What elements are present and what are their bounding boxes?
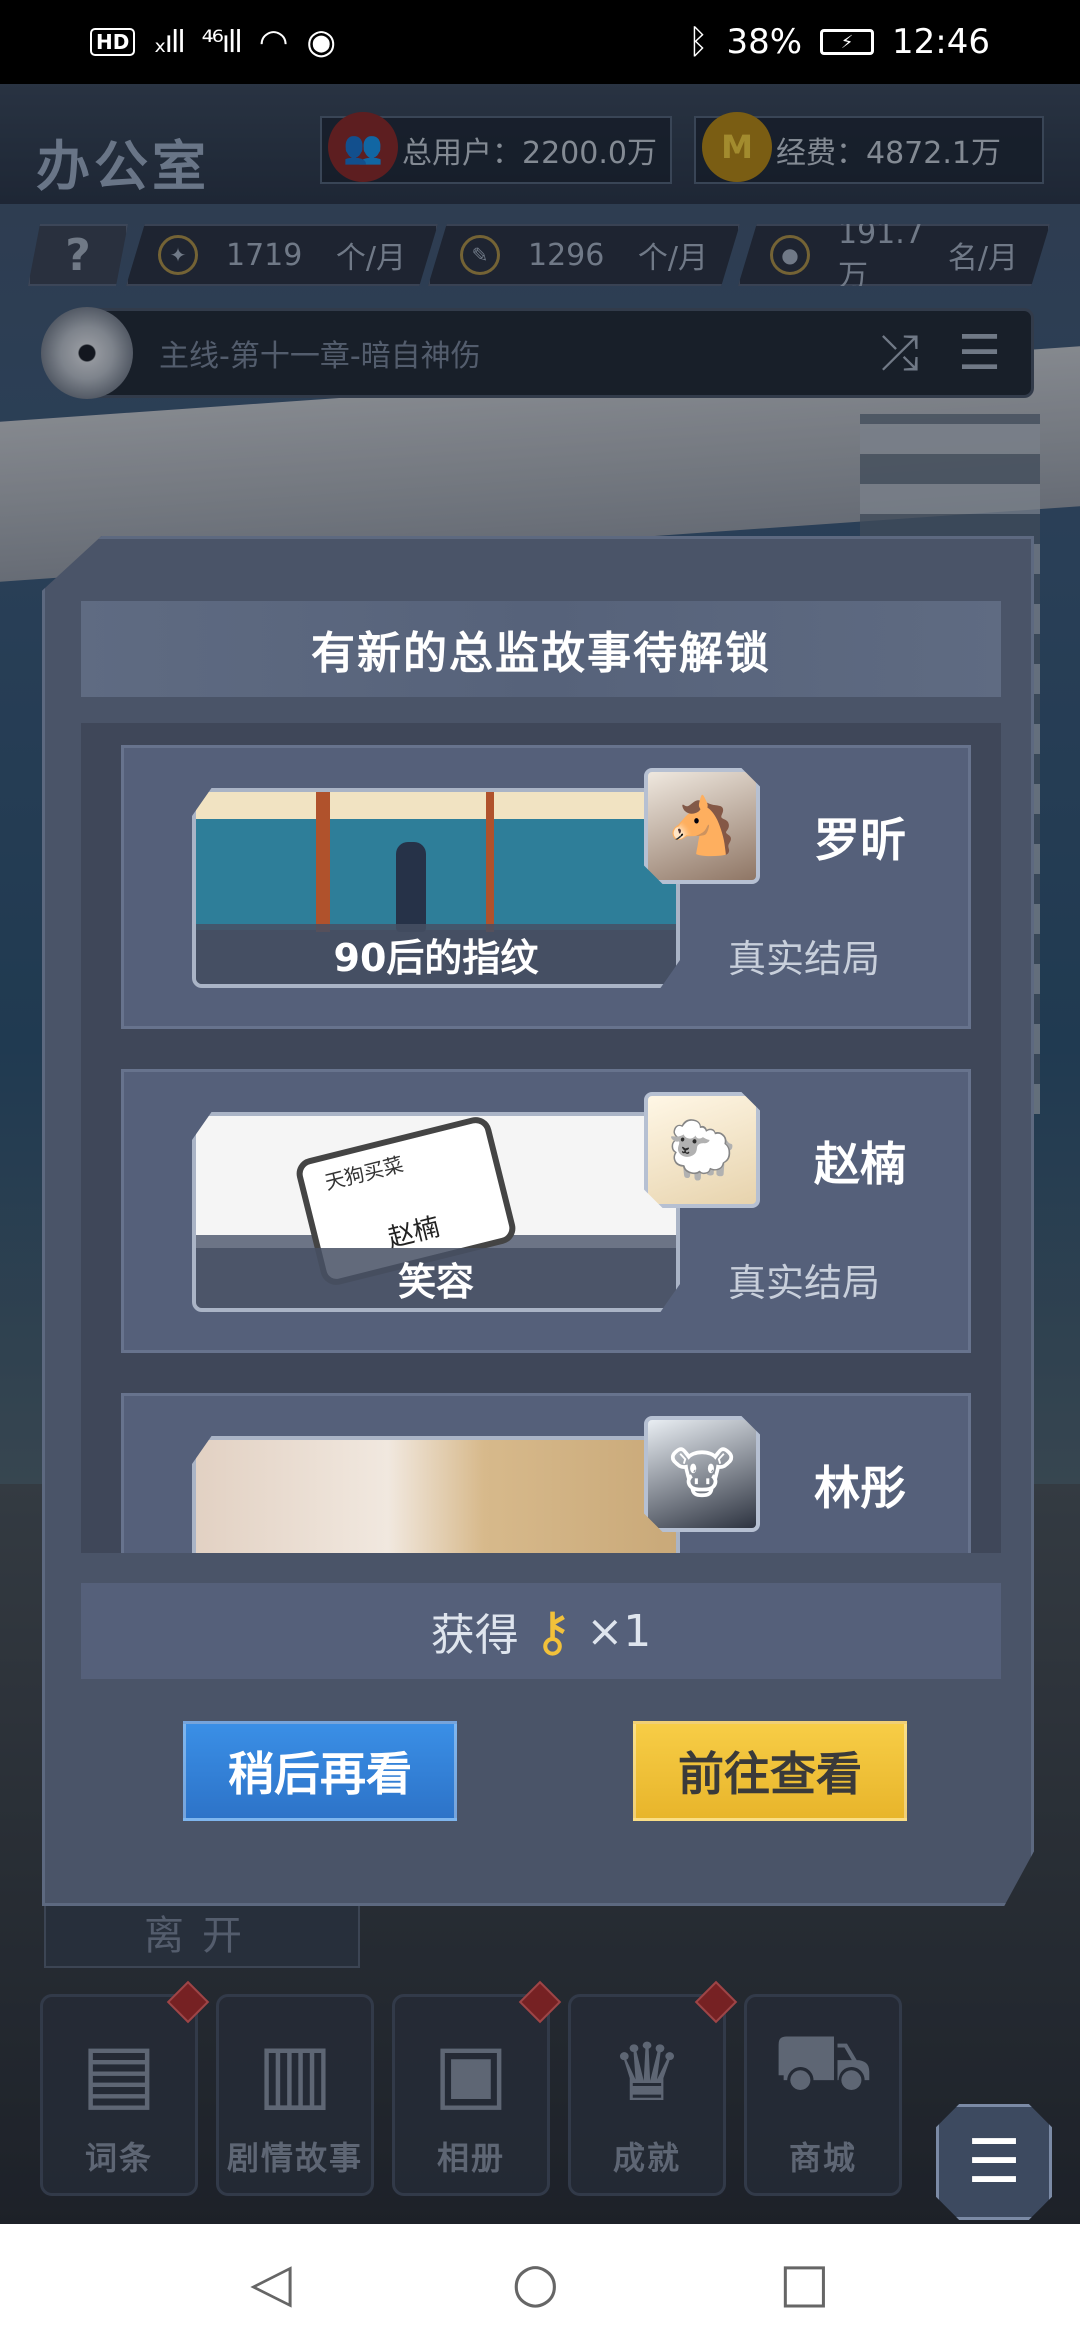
recents-icon[interactable]: □ <box>779 2251 830 2314</box>
home-icon[interactable]: ○ <box>512 2251 559 2314</box>
signal-4g-icon: ⁴⁶ıll <box>201 24 243 60</box>
scene-pole <box>486 792 494 932</box>
status-bar: HD ₓıll ⁴⁶ıll ◠ ◉ ᛒ 38% ⚡ 12:46 <box>0 0 1080 84</box>
battery-icon: ⚡ <box>820 29 875 55</box>
ending-label: 真实结局 <box>728 937 881 981</box>
dialog-title: 有新的总监故事待解锁 <box>311 628 771 679</box>
menu-icon: ☰ <box>967 2127 1021 2197</box>
signal-icon: ₓıll <box>153 24 185 60</box>
character-avatar: 🐑 <box>644 1092 760 1208</box>
story-caption: 笑容 <box>196 1248 676 1308</box>
go-view-button[interactable]: 前往查看 <box>633 1721 907 1821</box>
reward-label: 获得 <box>430 1610 519 1661</box>
story-thumbnail: 天狗买菜 赵楠 笑容 <box>192 1112 680 1312</box>
system-nav-bar: ◁ ○ □ <box>0 2224 1080 2340</box>
story-thumbnail: 90后的指纹 <box>192 788 680 988</box>
battery-percent: 38% <box>726 22 803 62</box>
story-caption: 90后的指纹 <box>196 924 676 984</box>
bluetooth-icon: ᛒ <box>688 22 709 62</box>
reward-count: ×1 <box>586 1605 652 1657</box>
menu-button[interactable]: ☰ <box>936 2104 1052 2220</box>
story-card[interactable]: 90后的指纹 🐴 罗昕 真实结局 <box>121 745 971 1029</box>
badge-company: 天狗买菜 <box>322 1152 406 1195</box>
hd-indicator: HD <box>90 28 136 56</box>
dialog-header: 有新的总监故事待解锁 <box>81 601 1001 697</box>
unlock-dialog: 有新的总监故事待解锁 90后的指纹 🐴 罗昕 真实结局 天狗买菜 赵楠 笑容 🐑… <box>42 536 1034 1906</box>
character-name: 赵楠 <box>814 1137 906 1191</box>
scene-character <box>396 842 426 932</box>
eye-icon: ◉ <box>306 22 337 62</box>
wifi-icon: ◠ <box>258 22 289 62</box>
back-icon[interactable]: ◁ <box>250 2251 292 2314</box>
story-list[interactable]: 90后的指纹 🐴 罗昕 真实结局 天狗买菜 赵楠 笑容 🐑 赵楠 真实结局 🐮 … <box>81 723 1001 1553</box>
character-name: 林彤 <box>814 1461 906 1515</box>
story-thumbnail <box>192 1436 680 1553</box>
clock: 12:46 <box>892 22 990 62</box>
key-icon: ⚷ <box>532 1599 573 1663</box>
scene-pole <box>316 792 330 932</box>
character-name: 罗昕 <box>814 813 906 867</box>
reward-bar: 获得 ⚷ ×1 <box>81 1583 1001 1679</box>
view-later-button[interactable]: 稍后再看 <box>183 1721 457 1821</box>
character-avatar: 🐮 <box>644 1416 760 1532</box>
character-avatar: 🐴 <box>644 768 760 884</box>
ending-label: 真实结局 <box>728 1261 881 1305</box>
story-card[interactable]: 🐮 林彤 <box>121 1393 971 1553</box>
story-card[interactable]: 天狗买菜 赵楠 笑容 🐑 赵楠 真实结局 <box>121 1069 971 1353</box>
